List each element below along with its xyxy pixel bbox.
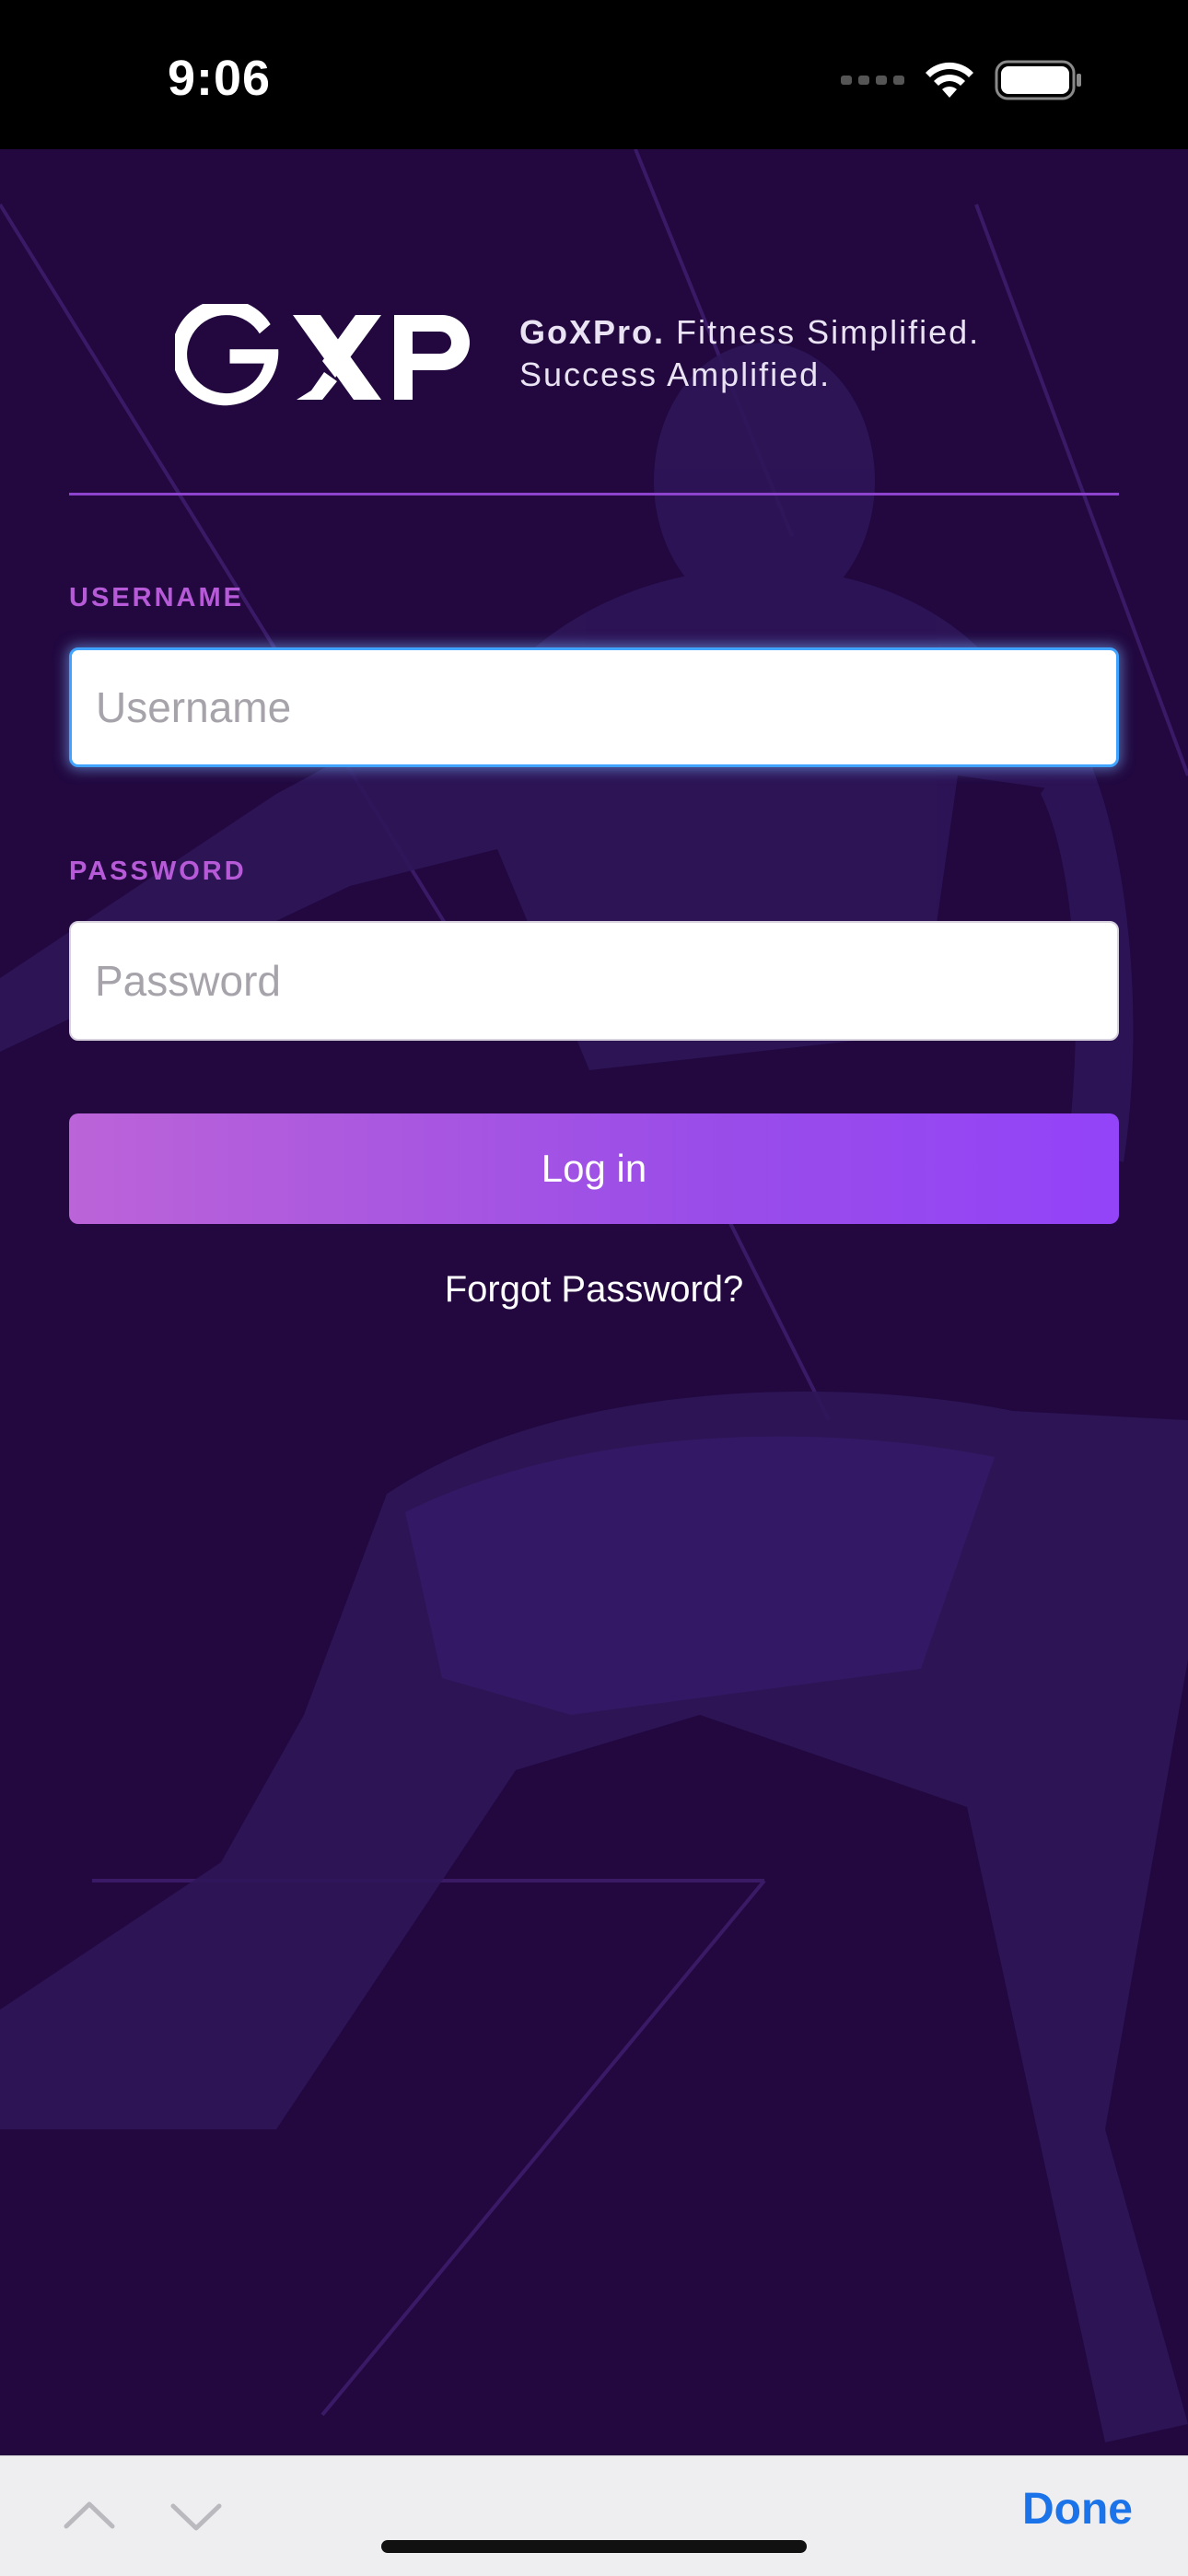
tagline: GoXPro. Fitness Simplified. Success Ampl… xyxy=(519,311,980,396)
battery-icon xyxy=(995,60,1081,100)
status-bar: 9:06 xyxy=(0,0,1188,149)
password-label: PASSWORD xyxy=(69,857,247,886)
username-label: USERNAME xyxy=(69,583,244,612)
header-divider xyxy=(69,493,1119,495)
cellular-signal-icon xyxy=(841,76,904,85)
home-indicator[interactable] xyxy=(381,2540,807,2553)
password-input[interactable] xyxy=(69,921,1119,1041)
chevron-down-icon[interactable] xyxy=(164,2484,228,2548)
status-time: 9:06 xyxy=(168,51,272,106)
keyboard-accessory-bar: Done xyxy=(0,2455,1188,2576)
status-icons xyxy=(841,57,1083,103)
chevron-up-icon[interactable] xyxy=(57,2484,122,2548)
login-button[interactable]: Log in xyxy=(69,1113,1119,1224)
tagline-line-1-text: Fitness Simplified. xyxy=(665,313,981,351)
username-input[interactable] xyxy=(69,647,1119,767)
forgot-password-link[interactable]: Forgot Password? xyxy=(0,1269,1188,1311)
tagline-line-2: Success Amplified. xyxy=(519,356,832,393)
wifi-icon xyxy=(926,62,973,98)
tagline-brand: GoXPro. xyxy=(519,313,666,351)
done-button[interactable]: Done xyxy=(1022,2484,1133,2535)
tagline-line-1: GoXPro. Fitness Simplified. xyxy=(519,311,980,354)
gxp-logo xyxy=(171,298,479,415)
